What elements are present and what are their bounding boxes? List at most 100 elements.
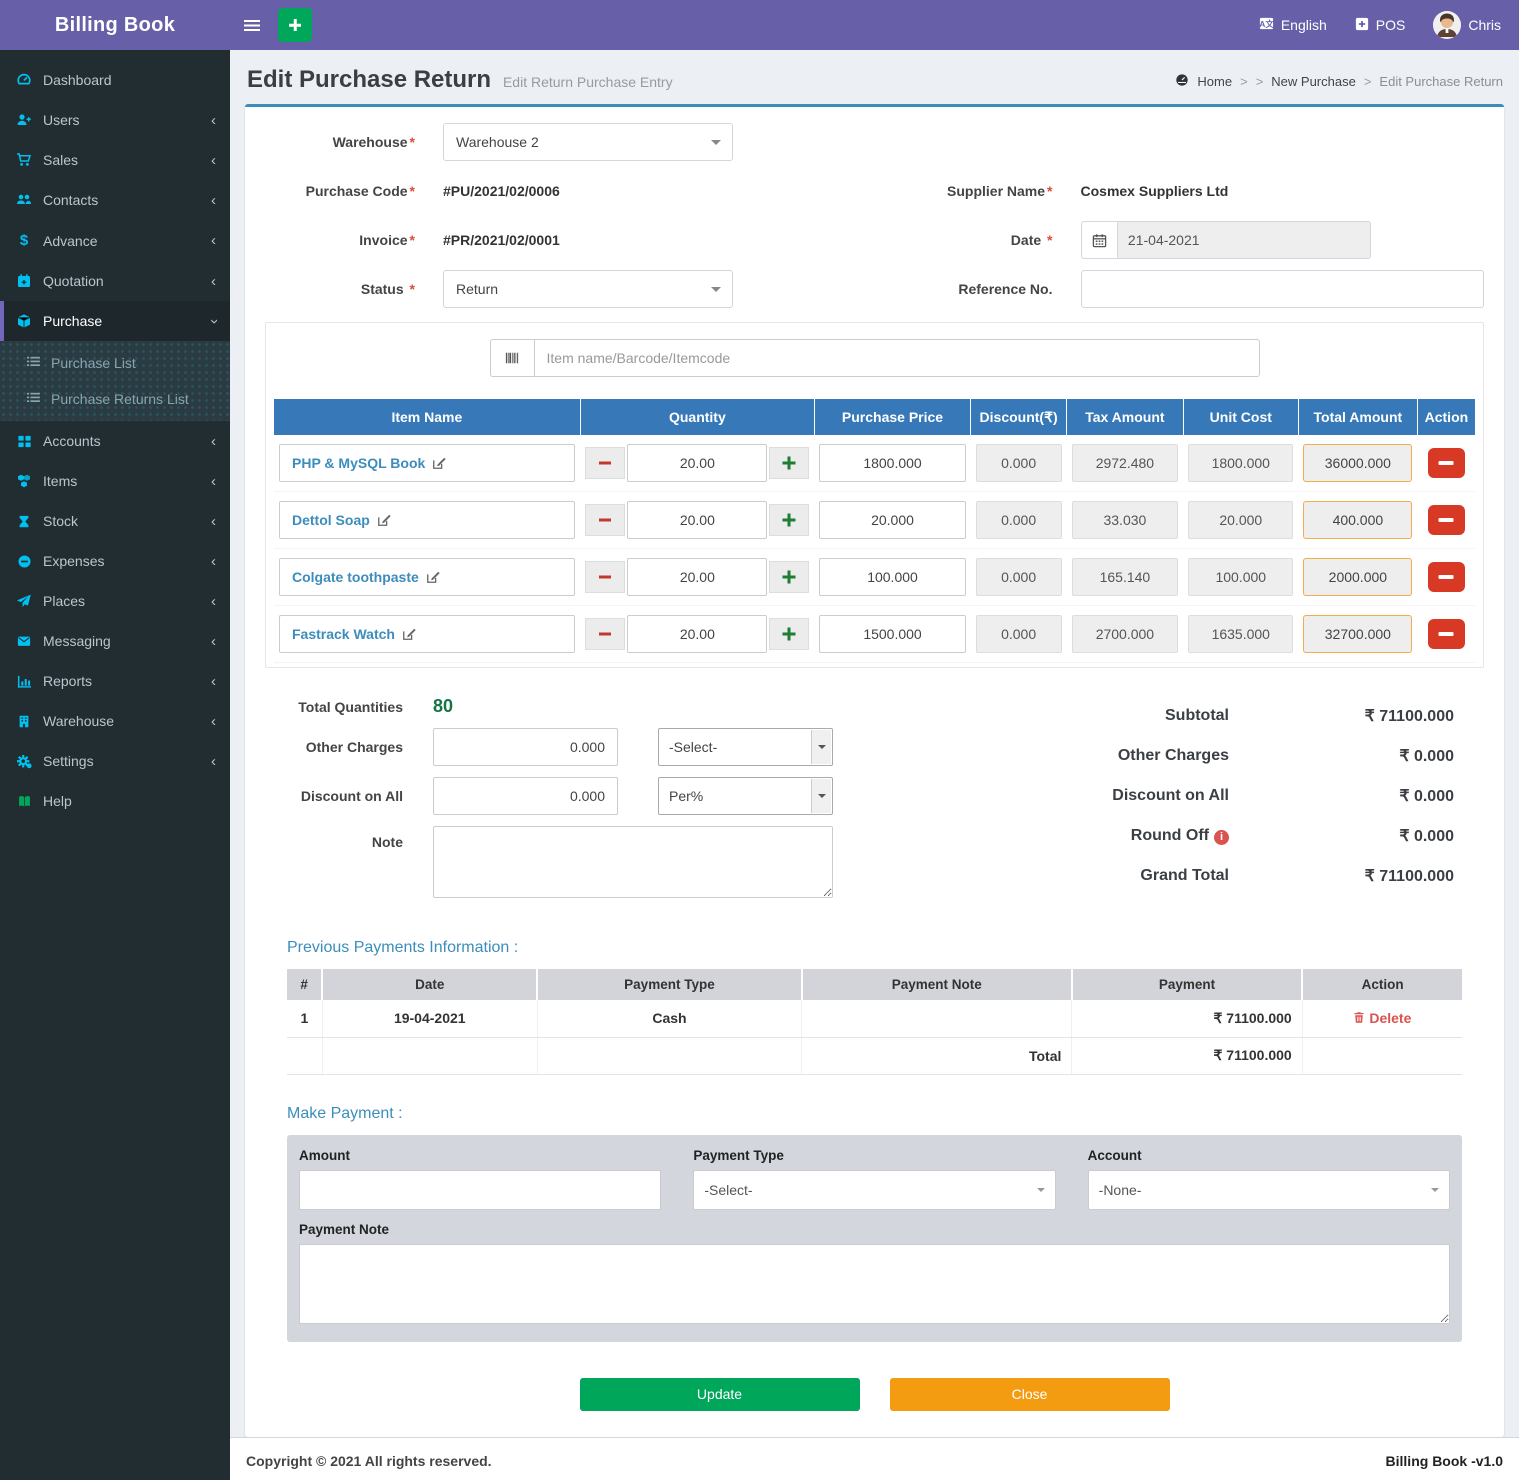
sidebar-item-stock[interactable]: Stock (0, 501, 230, 541)
edit-icon (432, 456, 446, 470)
col-purchase-price: Purchase Price (814, 399, 970, 435)
col-tax-amount: Tax Amount (1067, 399, 1183, 435)
quick-add-button[interactable] (278, 8, 312, 42)
col-total-amount: Total Amount (1298, 399, 1417, 435)
list-icon (26, 390, 41, 408)
purchase-price-input[interactable] (819, 444, 965, 482)
edit-icon (426, 570, 440, 584)
user-menu[interactable]: Chris (1433, 11, 1501, 39)
delete-payment-button[interactable]: Delete (1353, 1010, 1411, 1026)
warehouse-select[interactable]: Warehouse 2 (443, 123, 733, 161)
col-action: Action (1417, 399, 1475, 435)
other-charges-input[interactable] (433, 728, 618, 766)
sidebar-item-reports[interactable]: Reports (0, 661, 230, 701)
chevron-left-icon (211, 514, 216, 529)
item-name-link[interactable]: Dettol Soap (279, 501, 575, 539)
close-button[interactable]: Close (890, 1378, 1170, 1411)
sidebar-item-purchase[interactable]: Purchase (0, 301, 230, 341)
sidebar-item-purchase-list[interactable]: Purchase List (0, 345, 230, 381)
quantity-decrease-button[interactable] (585, 618, 625, 650)
item-name-link[interactable]: PHP & MySQL Book (279, 444, 575, 482)
account-select[interactable]: -None- (1088, 1170, 1450, 1210)
quantity-increase-button[interactable] (769, 504, 809, 536)
purchase-price-input[interactable] (819, 558, 965, 596)
note-label: Note (265, 826, 433, 850)
payment-type-select[interactable]: -Select- (693, 1170, 1055, 1210)
chevron-left-icon (211, 434, 216, 449)
sidebar-item-advance[interactable]: Advance (0, 220, 230, 261)
purchase-price-input[interactable] (819, 615, 965, 653)
breadcrumb-new-purchase[interactable]: New Purchase (1271, 74, 1356, 89)
hamburger-menu-icon[interactable] (230, 0, 274, 50)
sidebar-item-messaging[interactable]: Messaging (0, 621, 230, 661)
item-search-input[interactable] (534, 339, 1260, 377)
remove-item-button[interactable] (1428, 619, 1465, 649)
sidebar-item-dashboard[interactable]: Dashboard (0, 60, 230, 100)
reference-no-input[interactable] (1081, 270, 1485, 308)
quantity-increase-button[interactable] (769, 561, 809, 593)
other-charges-select[interactable]: -Select- (658, 728, 833, 766)
sidebar-item-contacts[interactable]: Contacts (0, 180, 230, 220)
col-payment: Payment (1072, 969, 1302, 1000)
sidebar-item-places[interactable]: Places (0, 581, 230, 621)
sidebar-item-help[interactable]: Help (0, 781, 230, 821)
quantity-decrease-button[interactable] (585, 447, 625, 479)
grand-total-value: ₹ 71100.000 (1229, 866, 1454, 886)
item-name-link[interactable]: Colgate toothpaste (279, 558, 575, 596)
round-off-value: ₹ 0.000 (1229, 826, 1454, 846)
date-input[interactable] (1117, 221, 1371, 259)
quantity-input[interactable] (627, 501, 767, 539)
sidebar-item-purchase-returns-list[interactable]: Purchase Returns List (0, 381, 230, 417)
sidebar-item-accounts[interactable]: Accounts (0, 421, 230, 461)
sidebar-item-items[interactable]: Items (0, 461, 230, 501)
item-name-link[interactable]: Fastrack Watch (279, 615, 575, 653)
discount-value: 0.000 (976, 444, 1062, 482)
sidebar-item-expenses[interactable]: Expenses (0, 541, 230, 581)
discount-on-all-input[interactable] (433, 777, 618, 815)
remove-item-button[interactable] (1428, 562, 1465, 592)
remove-item-button[interactable] (1428, 448, 1465, 478)
remove-item-button[interactable] (1428, 505, 1465, 535)
chevron-left-icon (211, 474, 216, 489)
total-quantities-value: 80 (433, 696, 453, 717)
payment-type-label: Payment Type (693, 1148, 1055, 1163)
quantity-increase-button[interactable] (769, 447, 809, 479)
col-payment-type: Payment Type (537, 969, 801, 1000)
amount-input[interactable] (299, 1170, 661, 1210)
quantity-increase-button[interactable] (769, 618, 809, 650)
quantity-decrease-button[interactable] (585, 504, 625, 536)
breadcrumb-home[interactable]: Home (1197, 74, 1232, 89)
sidebar-item-warehouse[interactable]: Warehouse (0, 701, 230, 741)
quantity-input[interactable] (627, 615, 767, 653)
discount-type-select[interactable]: Per% (658, 777, 833, 815)
chevron-down-icon (811, 779, 831, 813)
cube-icon (15, 313, 33, 329)
chevron-down-icon (211, 314, 216, 329)
payment-note-textarea[interactable] (299, 1244, 1450, 1324)
status-select[interactable]: Return (443, 270, 733, 308)
sidebar-item-settings[interactable]: Settings (0, 741, 230, 781)
invoice-value: #PR/2021/02/0001 (443, 232, 560, 248)
date-label: Date * (903, 232, 1081, 248)
quantity-input[interactable] (627, 558, 767, 596)
app-logo[interactable]: Billing Book (0, 0, 230, 50)
tax-amount-value: 2700.000 (1072, 615, 1178, 653)
hourglass-icon (15, 514, 33, 529)
sidebar-item-users[interactable]: Users (0, 100, 230, 140)
sidebar-item-sales[interactable]: Sales (0, 140, 230, 180)
pos-button[interactable]: POS (1355, 17, 1406, 34)
supplier-name-label: Supplier Name* (903, 183, 1081, 199)
note-textarea[interactable] (433, 826, 833, 898)
language-selector[interactable]: A文 English (1259, 16, 1327, 34)
copyright-text: Copyright © 2021 All rights reserved. (246, 1453, 492, 1469)
quantity-decrease-button[interactable] (585, 561, 625, 593)
purchase-price-input[interactable] (819, 501, 965, 539)
sidebar-item-quotation[interactable]: Quotation (0, 261, 230, 301)
total-amount-value: 32700.000 (1303, 615, 1412, 653)
info-icon[interactable] (1214, 830, 1229, 845)
update-button[interactable]: Update (580, 1378, 860, 1411)
unit-cost-value: 1800.000 (1188, 444, 1293, 482)
tax-amount-value: 165.140 (1072, 558, 1178, 596)
col-action: Action (1302, 969, 1462, 1000)
quantity-input[interactable] (627, 444, 767, 482)
